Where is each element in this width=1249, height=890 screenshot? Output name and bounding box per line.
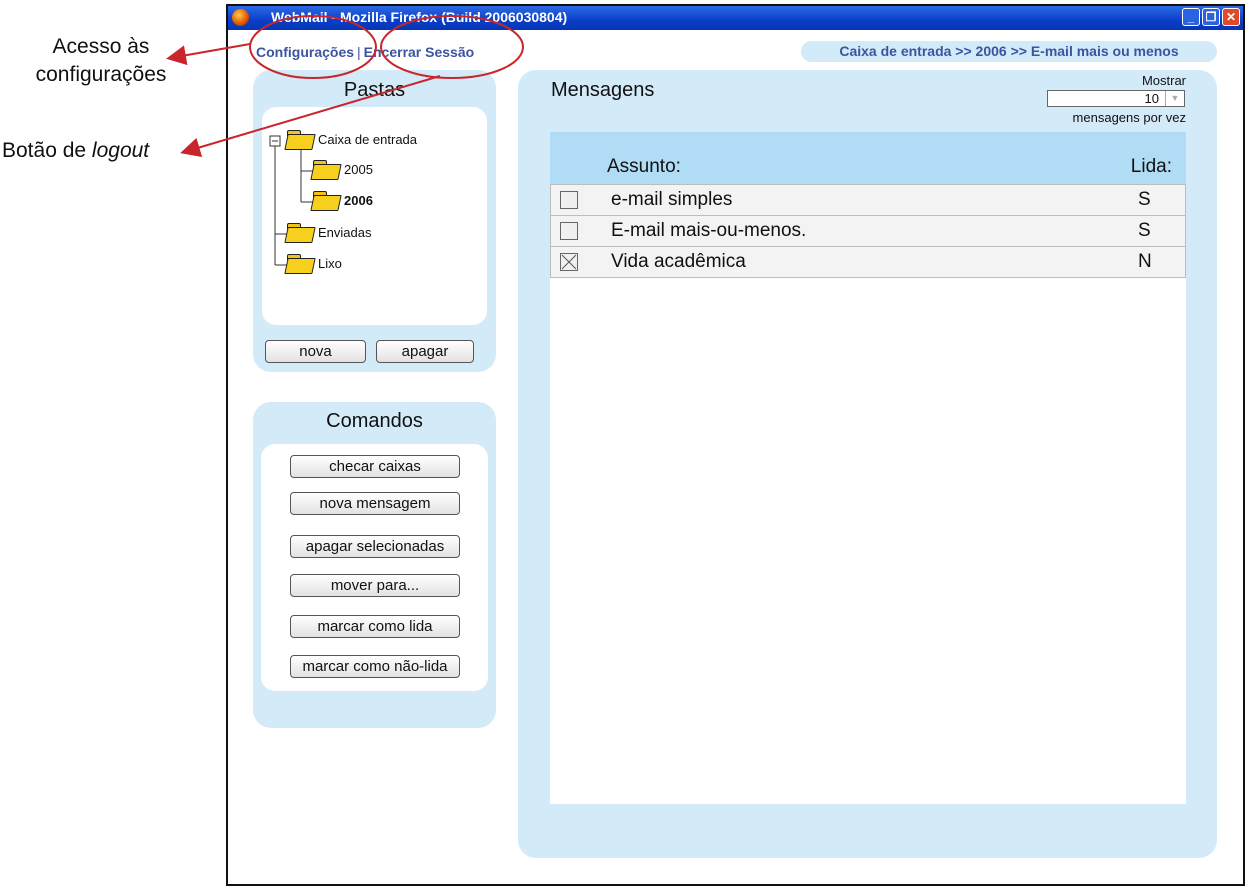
folder-icon bbox=[286, 130, 314, 149]
delete-folder-button[interactable]: apagar bbox=[376, 340, 474, 363]
tree-collapse-icon bbox=[269, 135, 281, 147]
tree-node-label: Enviadas bbox=[318, 225, 372, 240]
settings-link[interactable]: Configurações bbox=[256, 44, 354, 60]
logout-link[interactable]: Encerrar Sessão bbox=[364, 44, 475, 60]
tree-node-caixa-de-entrada[interactable]: Caixa de entrada bbox=[286, 130, 417, 149]
tree-node-2006[interactable]: 2006 bbox=[312, 191, 373, 210]
per-page-suffix: mensagens por vez bbox=[1072, 110, 1186, 125]
mark-read-button[interactable]: marcar como lida bbox=[290, 615, 460, 638]
restore-icon[interactable]: ❐ bbox=[1202, 8, 1220, 26]
checkbox-icon[interactable] bbox=[560, 253, 578, 271]
row-subject[interactable]: e-mail simples bbox=[611, 189, 732, 211]
folder-icon bbox=[286, 223, 314, 242]
folders-title: Pastas bbox=[343, 79, 406, 101]
folder-icon bbox=[312, 160, 340, 179]
per-page-value: 10 bbox=[1144, 91, 1159, 106]
title-bar[interactable]: WebMail - Mozilla Firefox (Build 2006030… bbox=[228, 6, 1243, 30]
annotation-settings-line1: Acesso às bbox=[52, 35, 150, 58]
tree-node-label: 2005 bbox=[344, 162, 373, 177]
check-mailboxes-button[interactable]: checar caixas bbox=[290, 455, 460, 478]
move-to-button[interactable]: mover para... bbox=[290, 574, 460, 597]
commands-list: checar caixas nova mensagem apagar selec… bbox=[261, 444, 488, 691]
minimize-icon[interactable]: _ bbox=[1182, 8, 1200, 26]
tree-node-label: Caixa de entrada bbox=[318, 132, 418, 147]
tree-node-2005[interactable]: 2005 bbox=[312, 160, 373, 179]
annotation-logout: Botão de logout bbox=[2, 139, 149, 163]
show-label: Mostrar bbox=[1141, 73, 1186, 88]
folder-icon bbox=[286, 254, 314, 273]
checkbox-icon[interactable] bbox=[560, 191, 578, 209]
table-row[interactable]: E-mail mais-ou-menos. S bbox=[550, 216, 1186, 247]
commands-panel: Comandos checar caixas nova mensagem apa… bbox=[253, 402, 496, 728]
annotation-logout-prefix: Botão de bbox=[2, 139, 87, 162]
dropdown-arrow-icon[interactable]: ▼ bbox=[1165, 91, 1184, 106]
folders-panel: Pastas Caixa de entrada 2005 2006 Enviad… bbox=[253, 70, 496, 372]
window-controls: _ ❐ ✕ bbox=[1182, 8, 1240, 26]
column-read[interactable]: Lida: bbox=[1131, 156, 1172, 178]
annotation-logout-word: logout bbox=[91, 139, 150, 162]
mark-unread-button[interactable]: marcar como não-lida bbox=[290, 655, 460, 678]
annotation-settings-line2: configurações bbox=[35, 63, 167, 86]
row-subject[interactable]: Vida acadêmica bbox=[611, 251, 746, 273]
delete-selected-button[interactable]: apagar selecionadas bbox=[290, 535, 460, 558]
folder-icon bbox=[312, 191, 340, 210]
browser-window: WebMail - Mozilla Firefox (Build 2006030… bbox=[226, 4, 1245, 886]
row-subject[interactable]: E-mail mais-ou-menos. bbox=[611, 220, 806, 242]
annotation-settings-access: Acesso às configurações bbox=[16, 33, 186, 89]
link-separator: | bbox=[357, 44, 361, 60]
messages-panel: Mensagens Mostrar 10 ▼ mensagens por vez… bbox=[518, 70, 1217, 858]
tree-node-label: Lixo bbox=[318, 256, 342, 271]
commands-title: Comandos bbox=[326, 410, 423, 432]
row-read: N bbox=[1138, 251, 1152, 272]
table-row[interactable]: Vida acadêmica N bbox=[550, 247, 1186, 278]
top-links: Configurações | Encerrar Sessão bbox=[256, 44, 474, 60]
row-read: S bbox=[1138, 189, 1151, 210]
column-subject[interactable]: Assunto: bbox=[607, 156, 681, 178]
messages-title: Mensagens bbox=[551, 79, 655, 101]
window-title: WebMail - Mozilla Firefox (Build 2006030… bbox=[271, 9, 568, 25]
per-page-select[interactable]: 10 ▼ bbox=[1047, 90, 1185, 107]
checkbox-icon[interactable] bbox=[560, 222, 578, 240]
tree-node-label: 2006 bbox=[344, 193, 373, 208]
checkbox-checked-mark bbox=[561, 254, 577, 270]
table-header: Assunto: Lida: bbox=[550, 132, 1186, 184]
new-message-button[interactable]: nova mensagem bbox=[290, 492, 460, 515]
table-row[interactable]: e-mail simples S bbox=[550, 184, 1186, 216]
breadcrumb: Caixa de entrada >> 2006 >> E-mail mais … bbox=[801, 41, 1217, 62]
close-icon[interactable]: ✕ bbox=[1222, 8, 1240, 26]
messages-table: Assunto: Lida: e-mail simples S E-mail m… bbox=[550, 132, 1186, 804]
firefox-icon bbox=[232, 9, 249, 26]
tree-node-lixo[interactable]: Lixo bbox=[286, 254, 342, 273]
new-folder-button[interactable]: nova bbox=[265, 340, 366, 363]
row-read: S bbox=[1138, 220, 1151, 241]
folder-tree: Caixa de entrada 2005 2006 Enviadas Lixo bbox=[262, 107, 487, 325]
tree-node-enviadas[interactable]: Enviadas bbox=[286, 223, 371, 242]
